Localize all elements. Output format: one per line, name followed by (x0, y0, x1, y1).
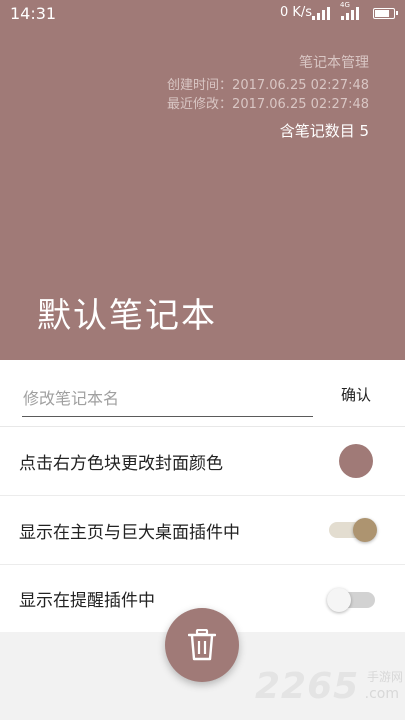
trash-icon (188, 629, 216, 661)
wifi-signal-icon (312, 7, 334, 20)
home-widget-toggle[interactable] (329, 518, 377, 542)
rename-input[interactable] (22, 380, 313, 417)
toggle-knob (353, 518, 377, 542)
watermark-logo: 2265 手游网 .com (255, 664, 405, 714)
home-widget-row[interactable]: 显示在主页与巨大桌面插件中 (0, 496, 405, 565)
rename-row: 确认 (0, 360, 405, 427)
status-time: 14:31 (10, 4, 57, 23)
toggle-knob (327, 588, 351, 612)
watermark-domain: .com (364, 686, 399, 702)
battery-level (375, 10, 389, 17)
battery-icon (373, 8, 398, 19)
notebook-cover: 14:31 0 K/s 4G 笔记本管理 创建时间：2017.06.25 02:… (0, 0, 405, 360)
settings-panel: 确认 点击右方色块更改封面颜色 显示在主页与巨大桌面插件中 显示在提醒插件中 (0, 360, 405, 632)
notebook-name: 默认笔记本 (37, 296, 217, 336)
note-count: 含笔记数目 5 (279, 122, 369, 140)
cover-color-row[interactable]: 点击右方色块更改封面颜色 (0, 427, 405, 496)
cover-color-swatch[interactable] (339, 444, 373, 478)
cell-signal-icon (341, 7, 363, 20)
reminder-widget-label: 显示在提醒插件中 (19, 591, 155, 611)
confirm-button[interactable]: 确认 (341, 384, 371, 405)
reminder-widget-toggle[interactable] (327, 588, 375, 612)
watermark-number: 2265 (255, 666, 360, 707)
net-speed: 0 K/s (280, 5, 313, 20)
header-title: 笔记本管理 (299, 55, 369, 71)
delete-notebook-button[interactable] (165, 608, 239, 682)
home-widget-label: 显示在主页与巨大桌面插件中 (19, 523, 240, 543)
cover-color-label: 点击右方色块更改封面颜色 (19, 454, 223, 474)
created-time: 创建时间：2017.06.25 02:27:48 (167, 78, 369, 93)
watermark-cn: 手游网 (366, 670, 403, 684)
modified-time: 最近修改：2017.06.25 02:27:48 (167, 97, 369, 112)
status-bar: 14:31 0 K/s 4G (0, 0, 405, 28)
